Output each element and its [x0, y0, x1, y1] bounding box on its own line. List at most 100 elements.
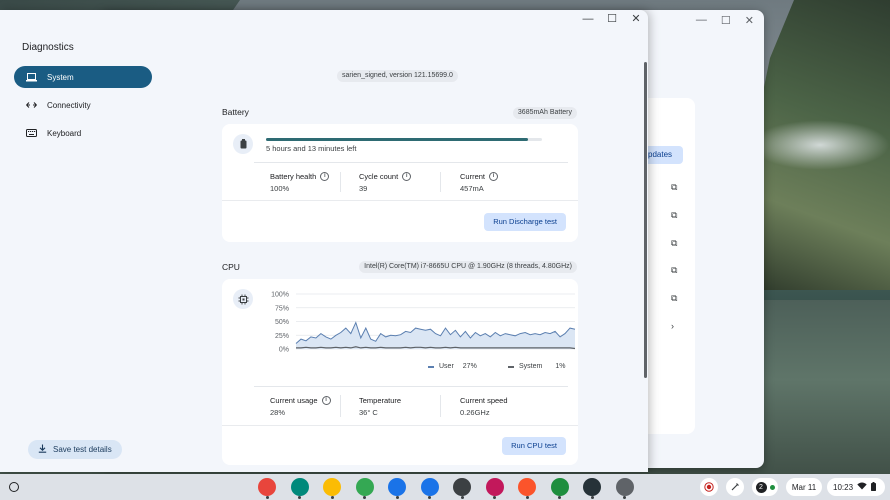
- save-test-details-button[interactable]: Save test details: [28, 440, 122, 459]
- updates-button[interactable]: pdates: [648, 146, 683, 164]
- running-indicator: [363, 496, 366, 499]
- battery-progress-bar: [266, 138, 542, 141]
- current-speed-value: 0.26GHz: [460, 408, 490, 417]
- legend-system-label: System: [519, 363, 543, 370]
- stylus-icon[interactable]: [726, 478, 744, 496]
- maximize-icon[interactable]: ☐: [721, 14, 731, 27]
- temperature-value: 36° C: [359, 408, 378, 417]
- running-indicator: [330, 496, 334, 499]
- wifi-icon: [857, 482, 867, 492]
- running-indicator: [623, 496, 626, 499]
- legend-system-value: 1%: [555, 363, 566, 370]
- keyboard-icon: [26, 128, 37, 139]
- battery-capacity-chip: 3685mAh Battery: [512, 107, 577, 119]
- legend-system: System 1%: [508, 363, 565, 370]
- metric-label-text: Temperature: [359, 396, 402, 405]
- background-window-controls: — ☐ ✕: [696, 14, 754, 27]
- battery-health-label: Battery health i: [270, 172, 330, 181]
- chevron-right-icon[interactable]: ›: [671, 321, 681, 331]
- diagnostics-icon[interactable]: [583, 478, 601, 496]
- screen-record-icon[interactable]: [700, 478, 718, 496]
- cpu-section-title: CPU: [222, 262, 240, 272]
- info-icon[interactable]: i: [489, 172, 499, 181]
- battery-card: 5 hours and 13 minutes left Battery heal…: [222, 124, 578, 242]
- current-speed-label: Current speed: [460, 396, 508, 405]
- run-discharge-test-button[interactable]: Run Discharge test: [484, 213, 566, 231]
- settings-icon[interactable]: [615, 478, 634, 496]
- chart-y-ticks: 100% 75% 50% 25% 0%: [271, 292, 289, 354]
- window-controls: — ☐ ✕: [582, 13, 642, 25]
- y-tick-label: 0%: [279, 347, 289, 354]
- chrome-icon[interactable]: [258, 478, 276, 496]
- cycle-count-label: Cycle count i: [359, 172, 412, 181]
- minimize-icon[interactable]: —: [582, 13, 594, 25]
- battery-status-icon: [871, 481, 877, 493]
- minimize-icon[interactable]: —: [696, 14, 707, 27]
- open-external-icon[interactable]: ⧉: [671, 238, 681, 248]
- battery-time-left: 5 hours and 13 minutes left: [266, 144, 357, 153]
- close-icon[interactable]: ✕: [630, 13, 642, 25]
- messages-icon[interactable]: [420, 478, 439, 496]
- play-store-icon[interactable]: [355, 478, 374, 496]
- divider: [440, 172, 441, 192]
- cpu-model-chip: Intel(R) Core(TM) i7-8665U CPU @ 1.90GHz…: [359, 261, 577, 273]
- brave-icon[interactable]: [518, 478, 536, 496]
- divider: [222, 200, 578, 201]
- info-icon[interactable]: i: [321, 396, 331, 405]
- legend-system-swatch: [508, 365, 514, 368]
- scrollbar[interactable]: [644, 62, 647, 378]
- date-pill[interactable]: Mar 11: [786, 478, 822, 496]
- y-tick-label: 25%: [275, 333, 289, 340]
- open-external-icon[interactable]: ⧉: [671, 293, 681, 303]
- terminal-icon[interactable]: [453, 478, 471, 496]
- running-indicator: [265, 496, 269, 499]
- files-icon[interactable]: [388, 478, 406, 496]
- y-tick-label: 75%: [275, 305, 289, 312]
- battery-icon: [233, 134, 253, 154]
- open-external-icon[interactable]: ⧉: [671, 210, 681, 220]
- app-purple-icon[interactable]: [485, 478, 504, 496]
- running-indicator: [298, 496, 301, 499]
- running-indicator: [395, 496, 399, 499]
- legend-user-label: User: [439, 363, 454, 370]
- running-indicator: [428, 496, 431, 499]
- run-cpu-test-button[interactable]: Run CPU test: [502, 437, 566, 455]
- notification-count: 2: [755, 481, 767, 493]
- info-icon[interactable]: i: [320, 172, 330, 181]
- sidebar-nav: System Connectivity Keyboard: [14, 66, 152, 150]
- metric-label-text: Cycle count: [359, 172, 399, 181]
- sidebar-item-system[interactable]: System: [14, 66, 152, 88]
- current-usage-value: 28%: [270, 408, 286, 417]
- info-icon[interactable]: i: [402, 172, 412, 181]
- app-title: Diagnostics: [22, 42, 74, 53]
- sidebar-item-label: Keyboard: [47, 128, 82, 138]
- notification-badge[interactable]: 2: [752, 478, 778, 496]
- divider: [254, 162, 568, 163]
- current-label: Current i: [460, 172, 499, 181]
- sidebar-item-keyboard[interactable]: Keyboard: [14, 122, 152, 144]
- running-indicator: [493, 496, 496, 499]
- metric-label-text: Current: [460, 172, 486, 181]
- close-icon[interactable]: ✕: [745, 14, 754, 27]
- battery-progress-fill: [266, 138, 529, 141]
- legend-user-value: 27%: [462, 363, 477, 370]
- app-green-icon[interactable]: [550, 478, 569, 496]
- legend-user-swatch: [428, 365, 434, 368]
- temperature-label: Temperature: [359, 396, 401, 405]
- sidebar-item-connectivity[interactable]: Connectivity: [14, 94, 152, 116]
- legend-user: User 27%: [428, 363, 477, 370]
- divider: [340, 172, 341, 192]
- meet-icon[interactable]: [290, 478, 309, 496]
- shelf: 2 Mar 11 10:23: [0, 474, 890, 500]
- open-external-icon[interactable]: ⧉: [671, 265, 681, 275]
- photos-icon[interactable]: [323, 478, 341, 496]
- launcher-icon[interactable]: [9, 482, 19, 492]
- running-indicator: [460, 496, 464, 499]
- open-external-icon[interactable]: ⧉: [671, 182, 681, 192]
- save-test-details-label: Save test details: [53, 445, 112, 454]
- running-indicator: [558, 496, 561, 499]
- maximize-icon[interactable]: ☐: [606, 13, 618, 25]
- time-label: 10:23: [833, 482, 854, 492]
- status-area[interactable]: 10:23: [827, 478, 885, 496]
- current-value: 457mA: [460, 184, 484, 193]
